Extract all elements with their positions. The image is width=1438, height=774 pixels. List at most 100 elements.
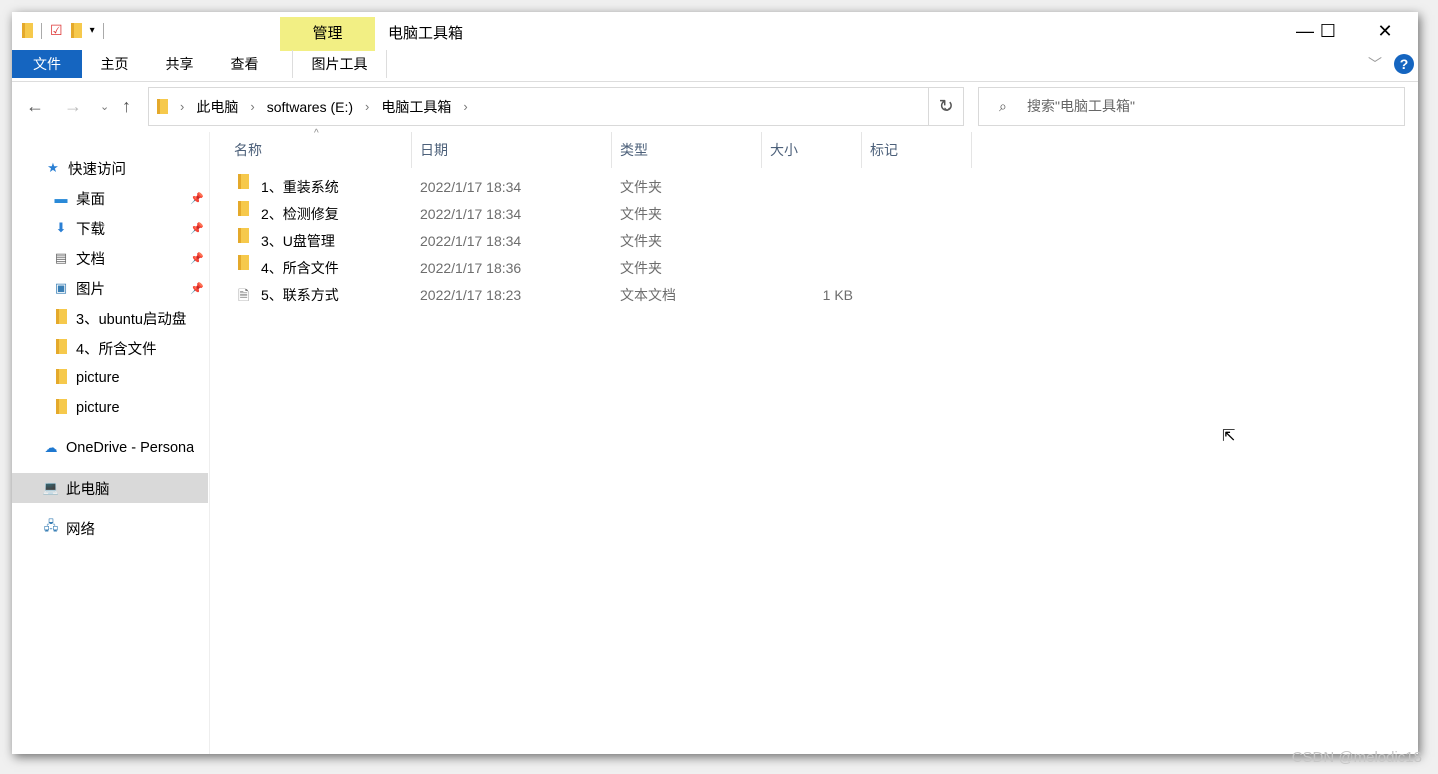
manage-context-tab[interactable]: 管理 — [280, 17, 375, 51]
nav-label: picture — [76, 400, 120, 416]
file-name: 2、检测修复 — [261, 206, 339, 222]
file-row[interactable]: 2、检测修复 2022/1/17 18:34 文件夹 — [232, 201, 932, 228]
computer-icon: 💻 — [42, 480, 60, 495]
file-type: 文件夹 — [620, 260, 662, 276]
nav-label: OneDrive - Persona — [66, 440, 195, 456]
chevron-right-icon[interactable]: › — [463, 99, 467, 114]
file-row[interactable]: 1、重装系统 2022/1/17 18:34 文件夹 — [232, 174, 932, 201]
nav-label: picture — [76, 370, 120, 386]
search-input[interactable]: ⌕ 搜索"电脑工具箱" — [978, 87, 1405, 126]
refresh-button[interactable]: ↻ — [928, 87, 964, 126]
new-folder-icon[interactable] — [70, 23, 82, 38]
nav-item-desktop[interactable]: ▬ 桌面 📌 — [12, 183, 208, 213]
nav-quick-access[interactable]: ★ 快速访问 — [12, 153, 208, 183]
navigation-pane: ★ 快速访问 ▬ 桌面 📌 ⬇ 下载 📌 ▤ 文档 📌 ▣ 图片 📌 3、ubuntu启动盘 4、… — [12, 132, 210, 754]
chevron-right-icon[interactable]: › — [180, 99, 184, 114]
file-date: 2022/1/17 18:34 — [420, 206, 522, 222]
maximize-button[interactable]: ☐ — [1305, 12, 1351, 50]
nav-label: 4、所含文件 — [76, 341, 157, 358]
nav-item-pictures[interactable]: ▣ 图片 📌 — [12, 273, 208, 303]
file-type: 文件夹 — [620, 233, 662, 249]
nav-item-folder[interactable]: picture — [12, 363, 208, 393]
breadcrumb-this-pc[interactable]: 此电脑 — [196, 97, 238, 117]
ribbon-divider — [12, 81, 1418, 82]
tab-home[interactable]: 主页 — [82, 50, 147, 78]
column-header-name[interactable]: 名称 — [226, 132, 412, 168]
nav-item-folder[interactable]: 3、ubuntu启动盘 — [12, 303, 208, 333]
quick-access-toolbar: ☑ ▾ — [22, 22, 104, 39]
pin-icon[interactable]: 📌 — [190, 252, 204, 265]
expand-ribbon-icon[interactable]: ﹀ — [1368, 54, 1382, 74]
watermark: CSDN @melodic18 — [1291, 749, 1422, 766]
file-type: 文本文档 — [620, 287, 676, 303]
column-header-tags[interactable]: 标记 — [862, 132, 972, 168]
nav-label: 图片 — [76, 281, 105, 298]
tab-picture-tools[interactable]: 图片工具 — [292, 50, 387, 78]
cloud-icon: ☁ — [44, 440, 58, 455]
file-row[interactable]: 4、所含文件 2022/1/17 18:36 文件夹 — [232, 255, 932, 282]
mouse-cursor-icon: ⇱ — [1222, 428, 1236, 445]
star-icon: ★ — [47, 160, 59, 175]
file-name: 5、联系方式 — [261, 287, 339, 303]
nav-label: 3、ubuntu启动盘 — [76, 311, 187, 328]
chevron-right-icon[interactable]: › — [365, 99, 369, 114]
nav-this-pc[interactable]: 💻 此电脑 — [12, 473, 208, 503]
file-date: 2022/1/17 18:36 — [420, 260, 522, 276]
nav-item-folder[interactable]: 4、所含文件 — [12, 333, 208, 363]
breadcrumb-drive[interactable]: softwares (E:) — [267, 99, 353, 115]
file-name: 3、U盘管理 — [261, 233, 335, 249]
address-bar[interactable]: › 此电脑 › softwares (E:) › 电脑工具箱 › ⌄ — [148, 87, 964, 126]
pin-icon[interactable]: 📌 — [190, 282, 204, 295]
desktop-icon: ▬ — [54, 190, 68, 206]
picture-icon: ▣ — [54, 280, 68, 295]
file-type: 文件夹 — [620, 206, 662, 222]
tab-view[interactable]: 查看 — [212, 50, 277, 78]
column-header-date[interactable]: 日期 — [412, 132, 612, 168]
pin-icon[interactable]: 📌 — [190, 222, 204, 235]
folder-icon[interactable] — [22, 23, 33, 38]
breadcrumb-folder[interactable]: 电脑工具箱 — [381, 97, 451, 117]
folder-icon — [157, 99, 168, 114]
document-icon: ▤ — [54, 250, 68, 265]
customize-dropdown-icon[interactable]: ▾ — [90, 25, 95, 36]
back-button[interactable]: ← — [26, 96, 44, 117]
file-date: 2022/1/17 18:34 — [420, 233, 522, 249]
file-date: 2022/1/17 18:34 — [420, 179, 522, 195]
up-button[interactable]: ↑ — [122, 96, 131, 117]
download-icon: ⬇ — [55, 220, 67, 235]
pin-icon[interactable]: 📌 — [190, 192, 204, 205]
help-icon[interactable]: ? — [1394, 54, 1414, 74]
column-header-type[interactable]: 类型 — [612, 132, 762, 168]
nav-label: 快速访问 — [68, 161, 126, 178]
file-name: 1、重装系统 — [261, 179, 339, 195]
recent-locations-icon[interactable]: ⌄ — [100, 100, 109, 113]
close-button[interactable]: ✕ — [1362, 12, 1408, 50]
tab-file[interactable]: 文件 — [12, 50, 82, 78]
file-row[interactable]: 🗎 5、联系方式 2022/1/17 18:23 文本文档 1 KB — [232, 282, 932, 309]
nav-network[interactable]: 🖧 网络 — [12, 513, 208, 543]
nav-label: 此电脑 — [66, 481, 110, 498]
properties-icon[interactable]: ☑ — [50, 22, 63, 39]
nav-item-folder[interactable]: picture — [12, 393, 208, 423]
column-header-size[interactable]: 大小 — [762, 132, 862, 168]
network-icon: 🖧 — [43, 518, 59, 533]
chevron-right-icon[interactable]: › — [250, 99, 254, 114]
folder-icon — [52, 369, 70, 387]
nav-onedrive[interactable]: ☁ OneDrive - Persona — [12, 433, 208, 463]
file-type: 文件夹 — [620, 179, 662, 195]
folder-icon — [52, 399, 70, 417]
file-date: 2022/1/17 18:23 — [420, 287, 522, 303]
nav-item-documents[interactable]: ▤ 文档 📌 — [12, 243, 208, 273]
search-placeholder: 搜索"电脑工具箱" — [1027, 98, 1135, 114]
file-explorer-window: ☑ ▾ 管理 电脑工具箱 — ☐ ✕ 文件 主页 共享 查看 图片工具 ﹀ ? … — [12, 12, 1418, 754]
file-size: 1 KB — [822, 287, 853, 303]
nav-label: 桌面 — [76, 191, 105, 208]
forward-button[interactable]: → — [64, 96, 82, 117]
nav-label: 文档 — [76, 251, 105, 268]
nav-item-downloads[interactable]: ⬇ 下载 📌 — [12, 213, 208, 243]
folder-icon — [52, 339, 70, 357]
tab-share[interactable]: 共享 — [147, 50, 212, 78]
ribbon-tabs: 文件 主页 共享 查看 图片工具 — [12, 50, 387, 78]
window-title: 电脑工具箱 — [388, 25, 464, 42]
file-row[interactable]: 3、U盘管理 2022/1/17 18:34 文件夹 — [232, 228, 932, 255]
